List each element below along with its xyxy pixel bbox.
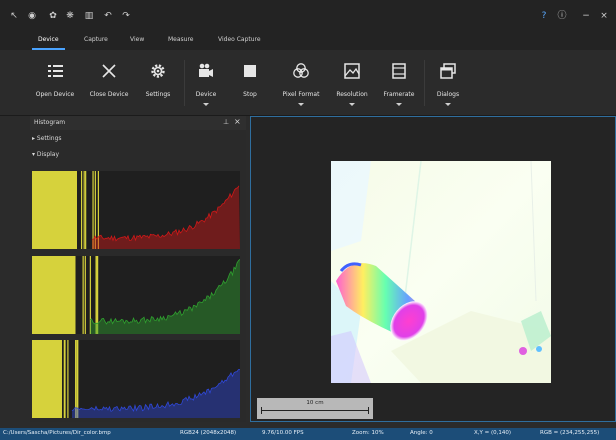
close-x-icon: [102, 64, 116, 78]
pixel-format-button[interactable]: Pixel Format: [278, 61, 324, 106]
clipping-band: [32, 256, 76, 334]
dialogs-button[interactable]: Dialogs: [428, 61, 468, 106]
windows-icon: [440, 63, 456, 79]
help-icon[interactable]: ?: [538, 10, 550, 22]
clipping-line: [67, 340, 69, 418]
tab-device[interactable]: Device: [32, 36, 64, 50]
status-zoom: Zoom: 10%: [352, 430, 384, 436]
dialogs-label: Dialogs: [436, 91, 460, 98]
tab-video-capture[interactable]: Video Capture: [218, 36, 261, 48]
clipping-line: [63, 340, 65, 418]
framerate-button[interactable]: Framerate: [378, 61, 420, 106]
stop-icon: [244, 65, 256, 77]
histogram-icon[interactable]: ▥: [83, 10, 95, 22]
pixel-format-label: Pixel Format: [282, 91, 320, 98]
clipping-line: [76, 340, 78, 418]
tab-capture[interactable]: Capture: [84, 36, 108, 48]
settings-tree-item[interactable]: ▸ Settings: [32, 135, 62, 142]
device-dropdown-button[interactable]: Device: [188, 61, 224, 106]
status-file-path: C:/Users/Sascha/Pictures/Dir_color.bmp: [3, 430, 111, 436]
info-icon[interactable]: ⓘ: [556, 10, 568, 22]
clipping-line: [92, 171, 94, 249]
clipping-line: [82, 256, 84, 334]
minimize-icon[interactable]: −: [580, 10, 592, 22]
chevron-down-icon: [203, 103, 209, 106]
color-circles-icon: [293, 63, 309, 78]
histogram-area: [72, 369, 240, 418]
histogram-title: Histogram: [34, 119, 66, 126]
ribbon-tabs: Device Capture View Measure Video Captur…: [0, 31, 616, 50]
image-viewer[interactable]: 10 cm: [250, 116, 616, 422]
tab-measure[interactable]: Measure: [168, 36, 194, 48]
camera-image: [331, 161, 551, 383]
title-bar: ↖ ◉ ✿ ❋ ▥ ↶ ↷ ? ⓘ − ×: [0, 0, 616, 31]
back-arrow-icon[interactable]: ↖: [8, 10, 20, 22]
ribbon-separator: [184, 60, 185, 106]
status-angle: Angle: 0: [410, 430, 433, 436]
pin-icon[interactable]: ⊥: [223, 118, 229, 126]
open-device-label: Open Device: [35, 91, 75, 98]
chevron-down-icon: [445, 103, 451, 106]
redo-icon[interactable]: ↷: [120, 10, 132, 22]
status-cursor-position: X,Y = (0,140): [474, 430, 512, 436]
undo-icon[interactable]: ↶: [102, 10, 114, 22]
device-label: Device: [195, 91, 217, 98]
clipping-band: [32, 171, 77, 249]
settings-label: Settings: [145, 91, 171, 98]
tab-view[interactable]: View: [130, 36, 144, 48]
scale-bar-label: 10 cm: [306, 400, 324, 406]
close-window-icon[interactable]: ×: [598, 10, 610, 22]
resolution-label: Resolution: [336, 91, 368, 98]
settings-tree-label: Settings: [36, 135, 62, 142]
status-fps: 9.76/10.00 FPS: [262, 430, 304, 436]
clipping-line: [84, 256, 86, 334]
settings-button[interactable]: Settings: [136, 61, 180, 98]
ribbon-separator: [424, 60, 425, 106]
video-camera-icon: [199, 63, 213, 77]
image-resize-icon: [344, 63, 360, 79]
status-bar: C:/Users/Sascha/Pictures/Dir_color.bmp R…: [0, 428, 616, 440]
gear-icon: [151, 64, 165, 78]
list-icon: [48, 65, 63, 77]
clipping-line: [85, 171, 87, 249]
clipping-line: [95, 256, 97, 334]
clipping-line: [80, 171, 83, 249]
histogram-header: Histogram ⊥ ×: [30, 116, 246, 130]
framerate-label: Framerate: [383, 91, 415, 98]
histogram-panel: Histogram ⊥ × ▸ Settings ▾ Display: [30, 116, 246, 422]
stop-button[interactable]: Stop: [232, 61, 268, 98]
chevron-down-icon: [396, 103, 402, 106]
clipping-band: [32, 340, 62, 418]
film-icon: [392, 63, 406, 79]
display-tree-label: Display: [36, 151, 60, 158]
close-device-label: Close Device: [89, 91, 129, 98]
clipping-line: [97, 256, 99, 334]
clipping-line: [83, 171, 85, 249]
stop-label: Stop: [243, 91, 257, 98]
settings-gear-icon[interactable]: ✿: [47, 10, 59, 22]
status-rgb-value: RGB = (234,255,255): [540, 430, 600, 436]
open-device-button[interactable]: Open Device: [30, 61, 80, 98]
camera-dropdown-icon[interactable]: ◉: [26, 10, 38, 22]
blue-histogram-plot: [32, 340, 240, 418]
status-pixel-format: RGB24 (2048x2048): [180, 430, 237, 436]
red-histogram-plot: [32, 171, 240, 249]
chevron-down-icon: [298, 103, 304, 106]
display-tree-item[interactable]: ▾ Display: [32, 151, 59, 158]
resolution-button[interactable]: Resolution: [330, 61, 374, 106]
color-wheel-icon[interactable]: ❋: [64, 10, 76, 22]
close-panel-icon[interactable]: ×: [234, 117, 241, 126]
histogram-area: [92, 185, 240, 249]
ribbon-toolbar: Open Device Close Device Settings Device…: [0, 50, 616, 116]
chevron-down-icon: [349, 103, 355, 106]
clipping-line: [75, 340, 77, 418]
green-histogram-plot: [32, 256, 240, 334]
scale-bar: 10 cm: [257, 398, 373, 419]
close-device-button[interactable]: Close Device: [84, 61, 134, 98]
